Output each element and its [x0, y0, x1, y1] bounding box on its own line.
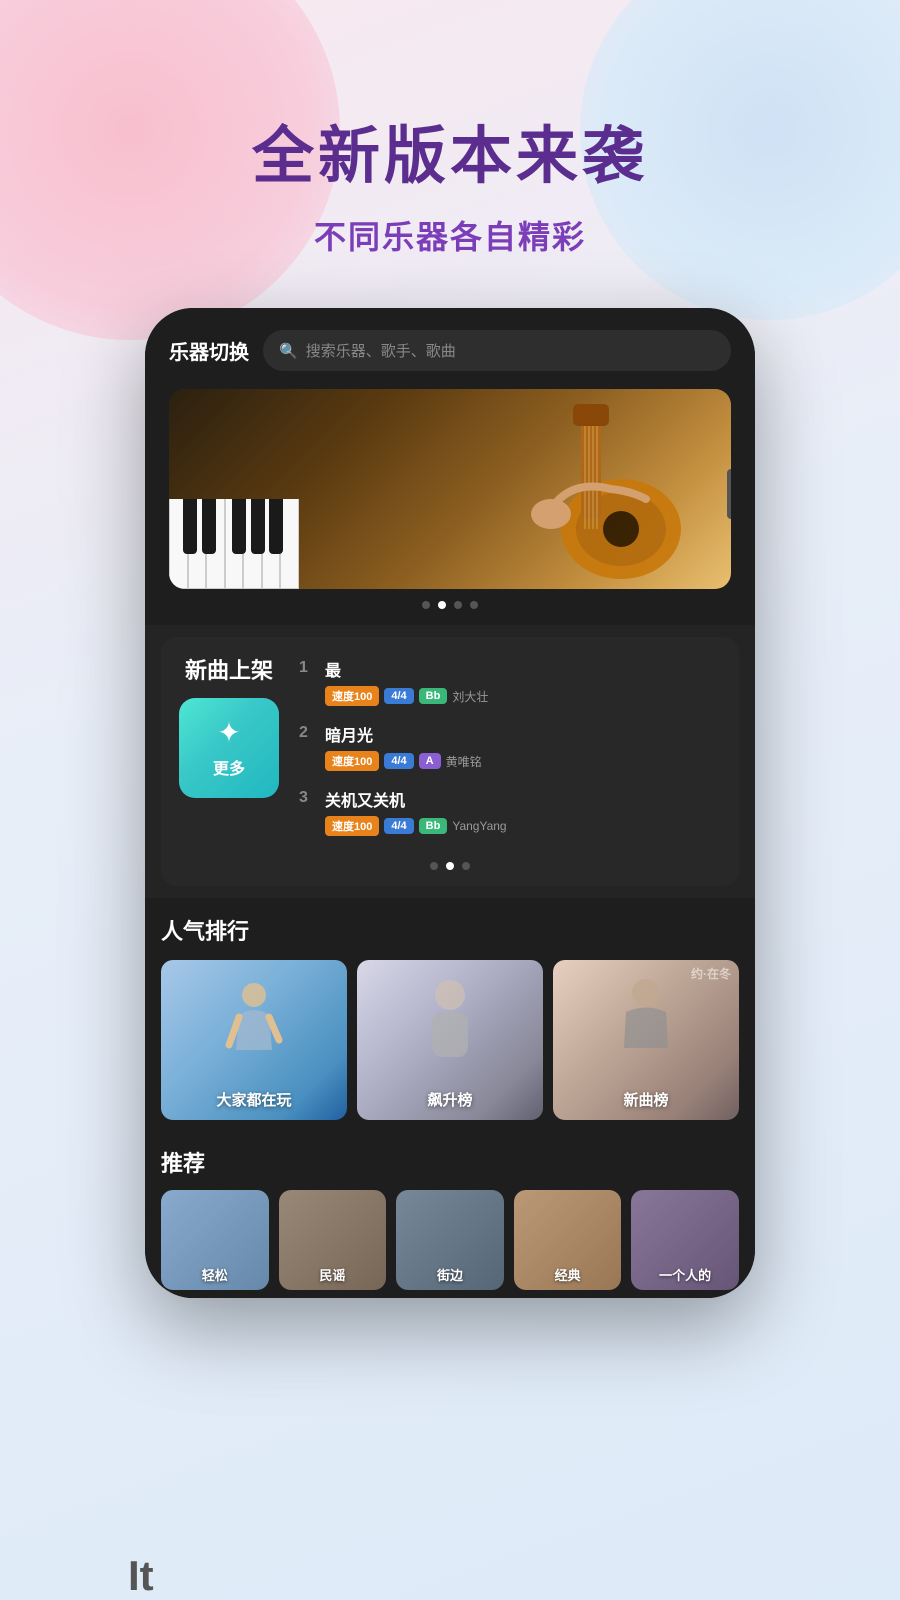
card-figure-3 [606, 968, 686, 1073]
piano-black-key-5 [269, 499, 283, 554]
song-artist-1: 刘大壮 [452, 688, 488, 705]
rec-card-3[interactable]: 街边 [396, 1190, 504, 1290]
piano-key-7 [280, 499, 299, 589]
rec-card-label-4: 经典 [514, 1265, 622, 1284]
guitar-svg [491, 399, 711, 584]
tag-speed-3: 速度100 [325, 816, 379, 836]
song-info-1: 最 速度100 4/4 Bb 刘大壮 [325, 657, 721, 706]
rec-card-2[interactable]: 民谣 [279, 1190, 387, 1290]
song-item-2[interactable]: 2 暗月光 速度100 4/4 A 黄唯铭 [299, 722, 721, 771]
song-name-1: 最 [325, 657, 721, 681]
song-artist-3: YangYang [452, 819, 506, 833]
rec-card-label-1: 轻松 [161, 1265, 269, 1284]
tag-speed-2: 速度100 [325, 751, 379, 771]
card-figure-2 [410, 970, 490, 1075]
song-tags-2: 速度100 4/4 A 黄唯铭 [325, 751, 721, 771]
tag-key-1: Bb [419, 688, 448, 704]
banner-dot-1[interactable] [422, 601, 430, 609]
tag-beat-2: 4/4 [384, 753, 413, 769]
popular-card-2[interactable]: 飙升榜 [357, 960, 543, 1120]
phone-wrapper: 乐器切换 🔍 搜索乐器、歌手、歌曲 [0, 308, 900, 1298]
popular-card-label-3: 新曲榜 [553, 1089, 739, 1110]
popular-section: 人气排行 大家都在玩 [145, 898, 755, 1132]
songs-dot-3[interactable] [462, 862, 470, 870]
song-num-3: 3 [299, 789, 315, 807]
card-figure-svg-1 [224, 975, 284, 1065]
rec-card-5[interactable]: 一个人的 [631, 1190, 739, 1290]
piano-black-key-1 [183, 499, 197, 554]
recommend-section: 推荐 轻松 民谣 街边 经典 一个人的 [145, 1132, 755, 1298]
banner-image[interactable] [169, 389, 731, 589]
new-songs-title: 新曲上架 [185, 657, 273, 686]
tag-speed-1: 速度100 [325, 686, 379, 706]
popular-card-1[interactable]: 大家都在玩 [161, 960, 347, 1120]
guitar-illustration [491, 399, 711, 589]
song-info-3: 关机又关机 速度100 4/4 Bb YangYang [325, 787, 721, 836]
rec-card-1[interactable]: 轻松 [161, 1190, 269, 1290]
songs-dot-1[interactable] [430, 862, 438, 870]
more-label: 更多 [213, 755, 245, 779]
more-icon: ✦ [217, 716, 240, 749]
rec-card-label-3: 街边 [396, 1265, 504, 1284]
banner-dot-2[interactable] [438, 601, 446, 609]
top-bar: 乐器切换 🔍 搜索乐器、歌手、歌曲 [145, 308, 755, 389]
song-item-1[interactable]: 1 最 速度100 4/4 Bb 刘大壮 [299, 657, 721, 706]
song-num-2: 2 [299, 724, 315, 742]
new-songs-header: 新曲上架 ✦ 更多 1 最 [179, 657, 721, 852]
tag-key-2: A [419, 753, 441, 769]
recommend-title: 推荐 [161, 1146, 739, 1178]
song-artist-2: 黄唯铭 [446, 753, 482, 770]
card-corner-text: 约·在冬 [691, 965, 731, 982]
tag-beat-3: 4/4 [384, 818, 413, 834]
hero-section: 全新版本来袭 不同乐器各自精彩 [0, 0, 900, 288]
rec-card-4[interactable]: 经典 [514, 1190, 622, 1290]
card-figure-svg-2 [410, 970, 490, 1070]
banner-dots [169, 601, 731, 609]
piano-black-key-4 [251, 499, 265, 554]
new-songs-section: 新曲上架 ✦ 更多 1 最 [161, 637, 739, 886]
bottom-partial-text: It [128, 1552, 154, 1600]
hero-title: 全新版本来袭 [0, 120, 900, 194]
rec-card-label-5: 一个人的 [631, 1265, 739, 1284]
popular-cards: 大家都在玩 飙升榜 [161, 960, 739, 1120]
song-num-1: 1 [299, 659, 315, 677]
card-figure-svg-3 [606, 968, 686, 1068]
tag-beat-1: 4/4 [384, 688, 413, 704]
banner-dot-4[interactable] [470, 601, 478, 609]
phone-mockup: 乐器切换 🔍 搜索乐器、歌手、歌曲 [145, 308, 755, 1298]
banner-dot-3[interactable] [454, 601, 462, 609]
song-item-3[interactable]: 3 关机又关机 速度100 4/4 Bb YangYang [299, 787, 721, 836]
rec-card-label-2: 民谣 [279, 1265, 387, 1284]
piano-black-key-3 [232, 499, 246, 554]
search-icon: 🔍 [279, 342, 298, 360]
songs-dot-2[interactable] [446, 862, 454, 870]
song-name-3: 关机又关机 [325, 787, 721, 811]
popular-card-label-2: 飙升榜 [357, 1089, 543, 1110]
song-tags-3: 速度100 4/4 Bb YangYang [325, 816, 721, 836]
search-placeholder-text: 搜索乐器、歌手、歌曲 [306, 340, 456, 361]
popular-title: 人气排行 [161, 914, 739, 946]
instrument-switch-title[interactable]: 乐器切换 [169, 336, 249, 365]
song-tags-1: 速度100 4/4 Bb 刘大壮 [325, 686, 721, 706]
songs-list: 1 最 速度100 4/4 Bb 刘大壮 [299, 657, 721, 852]
new-songs-dots [179, 862, 721, 870]
hero-subtitle: 不同乐器各自精彩 [0, 212, 900, 258]
piano-black-key-2 [202, 499, 216, 554]
more-button[interactable]: ✦ 更多 [179, 698, 279, 798]
popular-card-3[interactable]: 约·在冬 新曲榜 [553, 960, 739, 1120]
song-name-2: 暗月光 [325, 722, 721, 746]
popular-card-label-1: 大家都在玩 [161, 1089, 347, 1110]
card-figure-1 [224, 975, 284, 1070]
tag-key-3: Bb [419, 818, 448, 834]
song-info-2: 暗月光 速度100 4/4 A 黄唯铭 [325, 722, 721, 771]
phone-inner: 乐器切换 🔍 搜索乐器、歌手、歌曲 [145, 308, 755, 1298]
banner-section [145, 389, 755, 625]
recommend-cards: 轻松 民谣 街边 经典 一个人的 [161, 1190, 739, 1290]
piano-keys [169, 499, 299, 589]
banner-guitar-bg [169, 389, 731, 589]
search-bar[interactable]: 🔍 搜索乐器、歌手、歌曲 [263, 330, 731, 371]
banner-side-handle [727, 469, 731, 519]
